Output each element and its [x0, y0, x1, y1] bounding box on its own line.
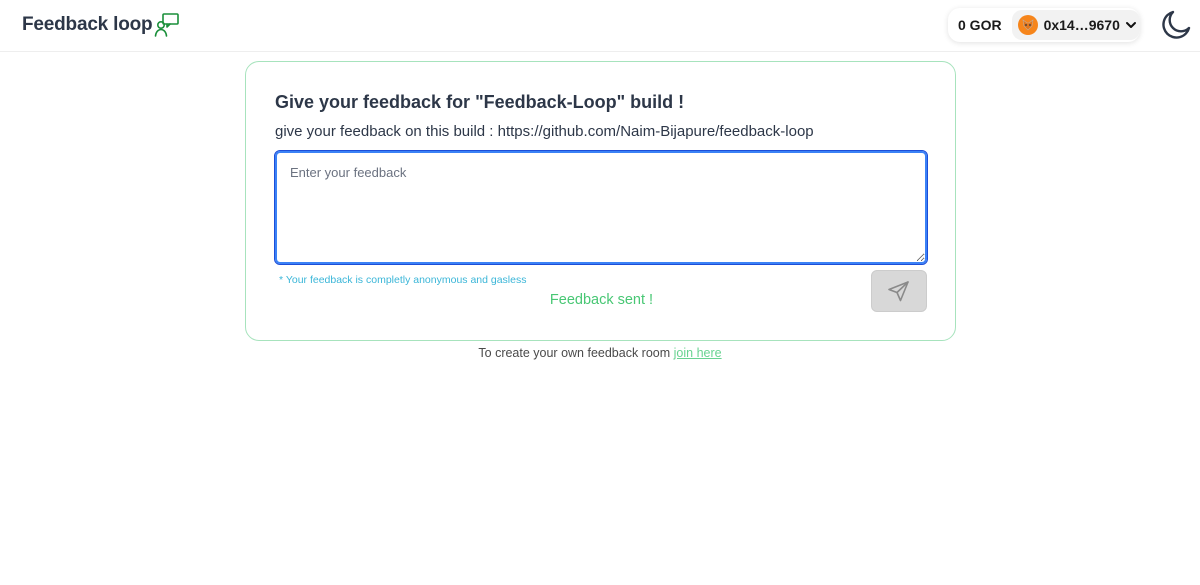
top-navbar: Feedback loop 0 GOR 0x14…9670 — [0, 0, 1200, 52]
join-link[interactable]: join here — [674, 346, 722, 360]
page-title: Give your feedback for "Feedback-Loop" b… — [275, 92, 685, 112]
feedback-card: Give your feedback for "Feedback-Loop" b… — [245, 61, 956, 341]
metamask-fox-icon — [1017, 15, 1038, 35]
wallet-widget[interactable]: 0 GOR 0x14…9670 — [948, 8, 1140, 42]
account-address: 0x14…9670 — [1043, 17, 1120, 33]
send-icon — [888, 281, 909, 302]
account-dropdown[interactable]: 0x14…9670 — [1011, 10, 1140, 40]
brand[interactable]: Feedback loop — [22, 12, 180, 38]
chat-person-icon — [155, 13, 180, 37]
footer-cta: To create your own feedback room join he… — [0, 346, 1200, 360]
send-button[interactable] — [871, 270, 927, 312]
build-description: give your feedback on this build : https… — [275, 123, 814, 140]
chevron-down-icon — [1125, 22, 1136, 28]
moon-icon[interactable] — [1160, 9, 1192, 41]
status-message: Feedback sent ! — [549, 292, 654, 308]
brand-name: Feedback loop — [22, 14, 153, 35]
footer-text: To create your own feedback room — [478, 346, 671, 360]
feedback-input[interactable] — [274, 150, 928, 265]
balance-label: 0 GOR — [958, 17, 1002, 33]
anonymity-note: * Your feedback is completly anonymous a… — [279, 274, 527, 286]
